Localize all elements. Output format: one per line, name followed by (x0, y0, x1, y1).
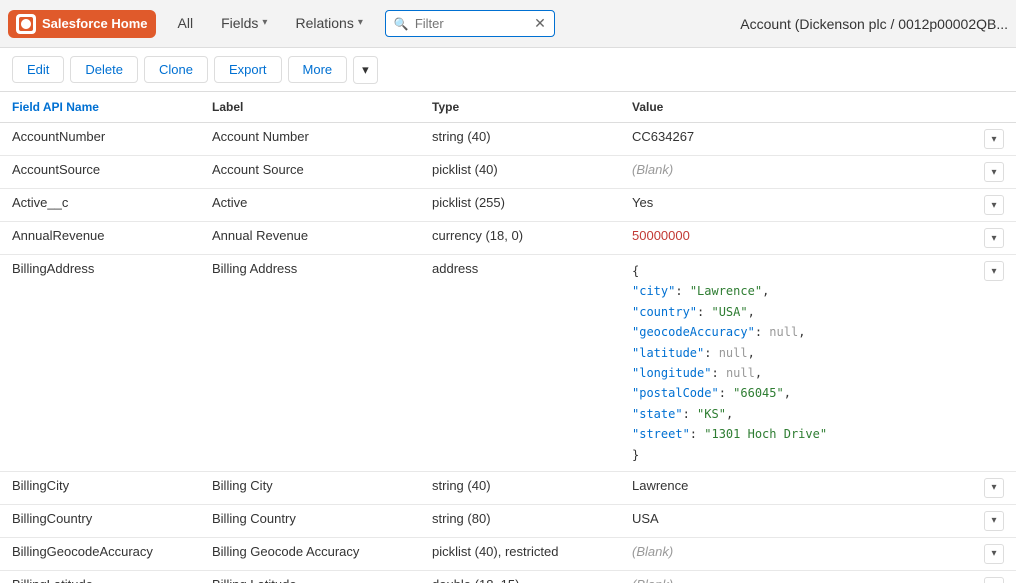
nav-tab-fields[interactable]: Fields ▾ (207, 0, 281, 48)
cell-api-name: BillingCountry (0, 504, 200, 537)
table-row: AccountSourceAccount Sourcepicklist (40)… (0, 156, 1016, 189)
cell-type: double (18, 15) (420, 570, 620, 583)
table-row: BillingCityBilling Citystring (40)▾Lawre… (0, 471, 1016, 504)
more-button[interactable]: More (288, 56, 348, 83)
cell-api-name: BillingCity (0, 471, 200, 504)
row-dropdown-button[interactable]: ▾ (984, 195, 1004, 215)
account-title: Account (Dickenson plc / 0012p00002QB... (740, 16, 1008, 32)
cell-label: Billing City (200, 471, 420, 504)
cell-api-name: Active__c (0, 189, 200, 222)
table-row: AnnualRevenueAnnual Revenuecurrency (18,… (0, 222, 1016, 255)
app-logo[interactable]: Salesforce Home (8, 10, 156, 38)
cell-type: picklist (255) (420, 189, 620, 222)
json-value: { "city": "Lawrence", "country": "USA", … (632, 261, 1004, 465)
cell-label: Billing Latitude (200, 570, 420, 583)
cell-value: ▾Lawrence (620, 471, 1016, 504)
cell-api-name: AnnualRevenue (0, 222, 200, 255)
search-clear-button[interactable]: ✕ (534, 15, 546, 32)
nav-tabs: All Fields ▾ Relations ▾ (164, 0, 377, 48)
cell-value: ▾Yes (620, 189, 1016, 222)
nav-tab-relations[interactable]: Relations ▾ (281, 0, 376, 48)
cell-label: Billing Geocode Accuracy (200, 537, 420, 570)
table-row: BillingAddressBilling Addressaddress▾{ "… (0, 255, 1016, 472)
fields-table: Field API Name Label Type Value AccountN… (0, 92, 1016, 583)
export-button[interactable]: Export (214, 56, 282, 83)
row-dropdown-button[interactable]: ▾ (984, 544, 1004, 564)
cell-value: ▾(Blank) (620, 537, 1016, 570)
row-dropdown-button[interactable]: ▾ (984, 129, 1004, 149)
cell-label: Annual Revenue (200, 222, 420, 255)
app-name-label: Salesforce Home (42, 16, 148, 31)
row-dropdown-button[interactable]: ▾ (984, 511, 1004, 531)
cell-api-name: BillingLatitude (0, 570, 200, 583)
cell-type: picklist (40), restricted (420, 537, 620, 570)
col-header-label: Label (200, 92, 420, 123)
cell-label: Account Number (200, 123, 420, 156)
cell-value: ▾USA (620, 504, 1016, 537)
cell-api-name: BillingAddress (0, 255, 200, 472)
col-header-api: Field API Name (0, 92, 200, 123)
row-dropdown-button[interactable]: ▾ (984, 162, 1004, 182)
nav-tab-all-label: All (178, 15, 194, 31)
cell-label: Account Source (200, 156, 420, 189)
col-header-value: Value (620, 92, 1016, 123)
cell-value: ▾50000000 (620, 222, 1016, 255)
edit-button[interactable]: Edit (12, 56, 64, 83)
table-row: Active__cActivepicklist (255)▾Yes (0, 189, 1016, 222)
action-bar: Edit Delete Clone Export More ▾ (0, 48, 1016, 92)
search-box: 🔍 ✕ (385, 10, 555, 37)
cell-label: Billing Address (200, 255, 420, 472)
cell-api-name: AccountSource (0, 156, 200, 189)
relations-arrow-icon: ▾ (358, 17, 363, 28)
search-icon: 🔍 (394, 17, 409, 31)
top-bar: Salesforce Home All Fields ▾ Relations ▾… (0, 0, 1016, 48)
cell-api-name: BillingGeocodeAccuracy (0, 537, 200, 570)
cell-value: ▾{ "city": "Lawrence", "country": "USA",… (620, 255, 1016, 472)
row-dropdown-button[interactable]: ▾ (984, 261, 1004, 281)
nav-tab-all[interactable]: All (164, 0, 208, 48)
row-dropdown-button[interactable]: ▾ (984, 478, 1004, 498)
delete-button[interactable]: Delete (70, 56, 138, 83)
app-logo-icon (16, 14, 36, 34)
table-row: BillingLatitudeBilling Latitudedouble (1… (0, 570, 1016, 583)
row-dropdown-button[interactable]: ▾ (984, 577, 1004, 583)
fields-arrow-icon: ▾ (262, 17, 267, 28)
cell-api-name: AccountNumber (0, 123, 200, 156)
table-row: BillingGeocodeAccuracyBilling Geocode Ac… (0, 537, 1016, 570)
cell-type: address (420, 255, 620, 472)
clone-button[interactable]: Clone (144, 56, 208, 83)
cell-value: ▾(Blank) (620, 570, 1016, 583)
cell-value: ▾CC634267 (620, 123, 1016, 156)
table-row: BillingCountryBilling Countrystring (80)… (0, 504, 1016, 537)
nav-tab-fields-label: Fields (221, 15, 258, 31)
cell-type: picklist (40) (420, 156, 620, 189)
cell-value: ▾(Blank) (620, 156, 1016, 189)
cell-type: currency (18, 0) (420, 222, 620, 255)
row-dropdown-button[interactable]: ▾ (984, 228, 1004, 248)
cell-label: Billing Country (200, 504, 420, 537)
table-container: Field API Name Label Type Value AccountN… (0, 92, 1016, 583)
cell-type: string (40) (420, 123, 620, 156)
nav-tab-relations-label: Relations (295, 15, 353, 31)
more-dropdown-button[interactable]: ▾ (353, 56, 378, 84)
search-input[interactable] (415, 16, 528, 31)
cell-label: Active (200, 189, 420, 222)
cell-type: string (40) (420, 471, 620, 504)
table-row: AccountNumberAccount Numberstring (40)▾C… (0, 123, 1016, 156)
cell-type: string (80) (420, 504, 620, 537)
col-header-type: Type (420, 92, 620, 123)
